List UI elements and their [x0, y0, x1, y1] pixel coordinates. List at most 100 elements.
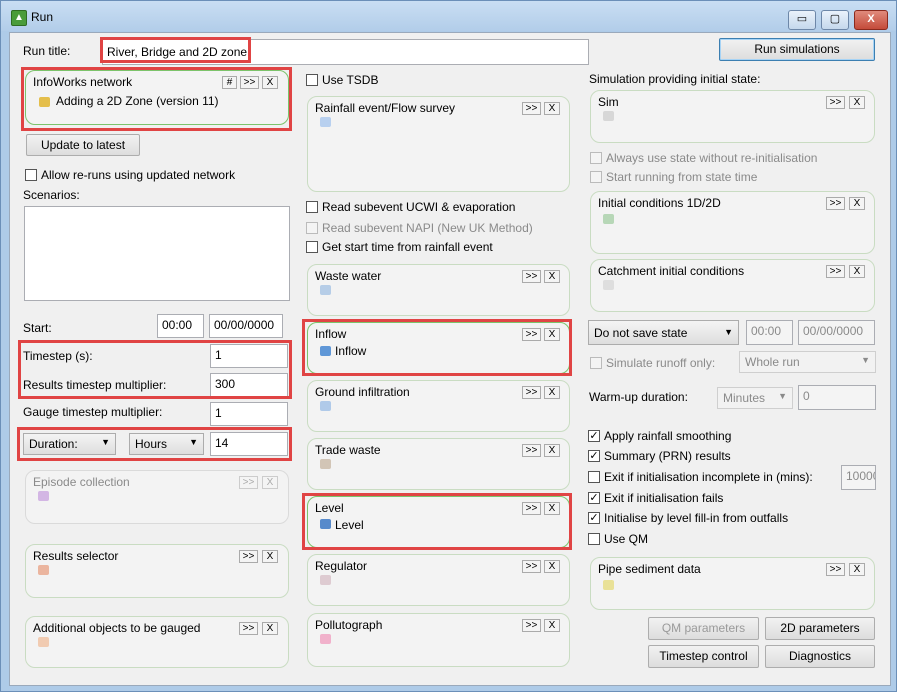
waste-water-icon [320, 285, 331, 295]
start-time-input[interactable]: 00:00 [157, 314, 204, 338]
simulate-runoff-label: Simulate runoff only: [606, 356, 716, 370]
catchment-initial-panel[interactable]: Catchment initial conditions >> X [590, 259, 875, 312]
duration-input[interactable]: 14 [210, 432, 288, 456]
diagnostics-button[interactable]: Diagnostics [765, 645, 875, 668]
results-selector-remove-button[interactable]: X [262, 550, 278, 563]
network-panel[interactable]: InfoWorks network # >> X Adding a 2D Zon… [25, 70, 289, 125]
save-state-select[interactable]: Do not save state ▼ [588, 320, 739, 345]
network-hash-button[interactable]: # [222, 76, 237, 89]
use-qm-checkbox[interactable] [588, 533, 600, 545]
duration-type-select[interactable]: Duration: ▼ [23, 433, 116, 455]
waste-water-more-button[interactable]: >> [522, 270, 541, 283]
sim-icon [603, 111, 614, 121]
pipe-sediment-remove-button[interactable]: X [849, 563, 865, 576]
run-title-label: Run title: [23, 44, 71, 58]
sim-panel[interactable]: Sim >> X [590, 90, 875, 143]
chevron-down-icon: ▼ [724, 327, 733, 337]
exit-fails-checkbox[interactable]: ✓ [588, 492, 600, 504]
results-multiplier-input[interactable]: 300 [210, 373, 288, 397]
trade-waste-panel[interactable]: Trade waste >> X [307, 438, 570, 490]
rainfall-panel[interactable]: Rainfall event/Flow survey >> X [307, 96, 570, 192]
gauge-multiplier-input[interactable]: 1 [210, 402, 288, 426]
duration-unit-select[interactable]: Hours ▼ [129, 433, 204, 455]
update-latest-button[interactable]: Update to latest [26, 134, 140, 156]
catchment-initial-more-button[interactable]: >> [826, 265, 845, 278]
minimize-button[interactable]: ▭ [788, 10, 816, 30]
level-item[interactable]: Level [335, 518, 364, 532]
ground-infiltration-remove-button[interactable]: X [544, 386, 560, 399]
rainfall-remove-button[interactable]: X [544, 102, 560, 115]
use-tsdb-checkbox[interactable] [306, 74, 318, 86]
level-remove-button[interactable]: X [544, 502, 560, 515]
waste-water-remove-button[interactable]: X [544, 270, 560, 283]
rainfall-title: Rainfall event/Flow survey [315, 101, 456, 115]
get-start-checkbox[interactable] [306, 241, 318, 253]
initial-conditions-more-button[interactable]: >> [826, 197, 845, 210]
pollutograph-more-button[interactable]: >> [522, 619, 541, 632]
additional-objects-panel[interactable]: Additional objects to be gauged >> X [25, 616, 289, 668]
network-remove-button[interactable]: X [262, 76, 278, 89]
allow-reruns-checkbox[interactable] [25, 169, 37, 181]
catchment-initial-remove-button[interactable]: X [849, 265, 865, 278]
gauge-multiplier-label: Gauge timestep multiplier: [23, 405, 163, 419]
initial-conditions-panel[interactable]: Initial conditions 1D/2D >> X [590, 191, 875, 254]
network-item[interactable]: Adding a 2D Zone (version 11) [56, 94, 219, 108]
warmup-label: Warm-up duration: [589, 390, 688, 404]
initial-conditions-remove-button[interactable]: X [849, 197, 865, 210]
catchment-initial-icon [603, 280, 614, 290]
pipe-sediment-panel[interactable]: Pipe sediment data >> X [590, 557, 875, 610]
maximize-button[interactable]: ▢ [821, 10, 849, 30]
sim-remove-button[interactable]: X [849, 96, 865, 109]
level-panel[interactable]: Level >> X Level [307, 496, 570, 548]
simulate-runoff-select: Whole run ▼ [739, 351, 876, 373]
run-simulations-button[interactable]: Run simulations [719, 38, 875, 61]
inflow-title: Inflow [315, 327, 347, 341]
pipe-sediment-more-button[interactable]: >> [826, 563, 845, 576]
2d-parameters-button[interactable]: 2D parameters [765, 617, 875, 640]
pollutograph-icon [320, 634, 331, 644]
regulator-panel[interactable]: Regulator >> X [307, 554, 570, 606]
level-fill-label: Initialise by level fill-in from outfall… [604, 511, 789, 525]
run-title-input[interactable]: River, Bridge and 2D zone [102, 39, 589, 65]
scenarios-list[interactable] [24, 206, 290, 301]
inflow-remove-button[interactable]: X [544, 328, 560, 341]
app-icon: ▲ [11, 10, 27, 26]
regulator-more-button[interactable]: >> [522, 560, 541, 573]
initial-conditions-icon [603, 214, 614, 224]
inflow-more-button[interactable]: >> [522, 328, 541, 341]
inflow-panel[interactable]: Inflow >> X Inflow [307, 322, 570, 374]
inflow-item[interactable]: Inflow [335, 344, 366, 358]
ground-infiltration-panel[interactable]: Ground infiltration >> X [307, 380, 570, 432]
timestep-control-button[interactable]: Timestep control [648, 645, 759, 668]
close-button[interactable]: X [854, 10, 888, 30]
simulate-runoff-checkbox [590, 357, 602, 369]
regulator-remove-button[interactable]: X [544, 560, 560, 573]
waste-water-panel[interactable]: Waste water >> X [307, 264, 570, 316]
rainfall-smoothing-checkbox[interactable]: ✓ [588, 430, 600, 442]
results-selector-more-button[interactable]: >> [239, 550, 258, 563]
use-qm-label: Use QM [604, 532, 649, 546]
additional-objects-more-button[interactable]: >> [239, 622, 258, 635]
level-more-button[interactable]: >> [522, 502, 541, 515]
trade-waste-more-button[interactable]: >> [522, 444, 541, 457]
exit-incomplete-checkbox[interactable] [588, 471, 600, 483]
pollutograph-panel[interactable]: Pollutograph >> X [307, 613, 570, 667]
start-date-input[interactable]: 00/00/0000 [209, 314, 283, 338]
pipe-sediment-icon [603, 580, 614, 590]
summary-prn-checkbox[interactable]: ✓ [588, 450, 600, 462]
ground-infiltration-more-button[interactable]: >> [522, 386, 541, 399]
trade-waste-remove-button[interactable]: X [544, 444, 560, 457]
dialog-body: Run title: River, Bridge and 2D zone Run… [9, 32, 891, 686]
read-ucwi-checkbox[interactable] [306, 201, 318, 213]
level-fill-checkbox[interactable]: ✓ [588, 512, 600, 524]
additional-objects-remove-button[interactable]: X [262, 622, 278, 635]
inflow-icon [320, 346, 331, 356]
pipe-sediment-title: Pipe sediment data [598, 562, 701, 576]
pollutograph-remove-button[interactable]: X [544, 619, 560, 632]
network-more-button[interactable]: >> [240, 76, 259, 89]
results-selector-panel[interactable]: Results selector >> X [25, 544, 289, 598]
save-state-value: Do not save state [594, 326, 688, 340]
sim-more-button[interactable]: >> [826, 96, 845, 109]
timestep-input[interactable]: 1 [210, 344, 288, 368]
rainfall-more-button[interactable]: >> [522, 102, 541, 115]
